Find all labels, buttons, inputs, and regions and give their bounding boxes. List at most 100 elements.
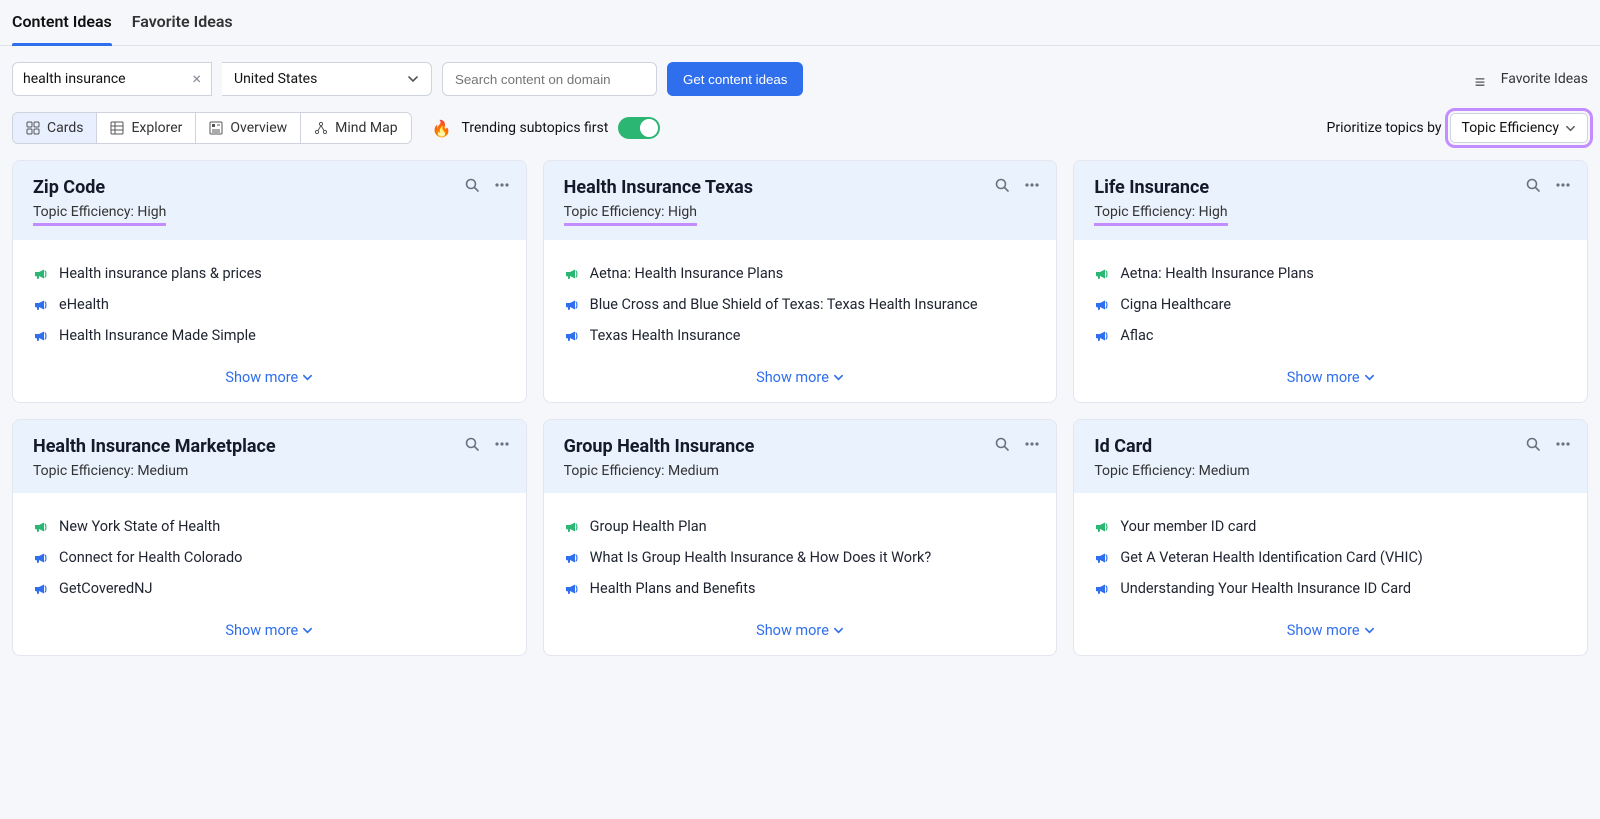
topic-item-text: Understanding Your Health Insurance ID C… [1120, 580, 1411, 597]
topic-item[interactable]: Connect for Health Colorado [33, 542, 506, 573]
tab-favorite-ideas[interactable]: Favorite Ideas [132, 0, 233, 45]
domain-search-input[interactable] [442, 62, 657, 96]
bullhorn-icon [33, 328, 49, 344]
show-more-link[interactable]: Show more [1287, 369, 1375, 386]
card-body: Aetna: Health Insurance Plans Blue Cross… [544, 240, 1057, 359]
card-efficiency: Topic Efficiency: High [1094, 204, 1227, 226]
topic-item-text: Group Health Plan [590, 518, 707, 535]
search-icon[interactable] [1525, 436, 1541, 452]
cards-icon [26, 121, 40, 135]
keyword-input[interactable]: health insurance × [12, 62, 212, 96]
flame-icon: 🔥 [432, 119, 452, 138]
show-more-link[interactable]: Show more [756, 369, 844, 386]
topic-item[interactable]: Aflac [1094, 320, 1567, 351]
topic-item[interactable]: Group Health Plan [564, 511, 1037, 542]
show-more-link[interactable]: Show more [225, 622, 313, 639]
topic-card: Health Insurance Marketplace Topic Effic… [12, 419, 527, 656]
card-title: Zip Code [33, 177, 506, 198]
topic-item-text: Cigna Healthcare [1120, 296, 1231, 313]
bullhorn-icon [564, 297, 580, 313]
topic-item[interactable]: GetCoveredNJ [33, 573, 506, 604]
topic-item-text: What Is Group Health Insurance & How Doe… [590, 549, 932, 566]
view-cards[interactable]: Cards [13, 113, 97, 143]
view-overview[interactable]: Overview [196, 113, 301, 143]
topic-item-text: Connect for Health Colorado [59, 549, 242, 566]
card-title: Group Health Insurance [564, 436, 1037, 457]
more-icon[interactable] [494, 177, 510, 193]
topic-item[interactable]: Aetna: Health Insurance Plans [1094, 258, 1567, 289]
view-overview-label: Overview [230, 120, 287, 136]
chevron-down-icon [833, 625, 844, 636]
search-icon[interactable] [464, 177, 480, 193]
view-explorer[interactable]: Explorer [97, 113, 196, 143]
card-title: Id Card [1094, 436, 1567, 457]
topic-item-text: Aflac [1120, 327, 1153, 344]
view-mindmap-label: Mind Map [335, 120, 397, 136]
controls-row: Cards Explorer Overview Mind Map 🔥 Trend… [0, 112, 1600, 160]
trending-toggle-group: 🔥 Trending subtopics first [432, 117, 661, 139]
bullhorn-icon [564, 519, 580, 535]
more-icon[interactable] [1024, 436, 1040, 452]
topic-item[interactable]: What Is Group Health Insurance & How Doe… [564, 542, 1037, 573]
topic-item[interactable]: New York State of Health [33, 511, 506, 542]
more-icon[interactable] [1555, 177, 1571, 193]
chevron-down-icon [302, 372, 313, 383]
prioritize-label: Prioritize topics by [1327, 120, 1442, 136]
view-cards-label: Cards [47, 120, 83, 136]
search-icon[interactable] [994, 177, 1010, 193]
topic-item[interactable]: Blue Cross and Blue Shield of Texas: Tex… [564, 289, 1037, 320]
topic-item[interactable]: Health insurance plans & prices [33, 258, 506, 289]
search-icon[interactable] [994, 436, 1010, 452]
get-content-ideas-button[interactable]: Get content ideas [667, 62, 803, 96]
topic-item[interactable]: Texas Health Insurance [564, 320, 1037, 351]
topic-item[interactable]: Health Insurance Made Simple [33, 320, 506, 351]
show-more-link[interactable]: Show more [756, 622, 844, 639]
country-select[interactable]: United States [222, 62, 432, 96]
country-value: United States [234, 71, 317, 87]
topic-item-text: eHealth [59, 296, 109, 313]
card-header: Life Insurance Topic Efficiency: High [1074, 161, 1587, 240]
search-icon[interactable] [1525, 177, 1541, 193]
topic-item[interactable]: Cigna Healthcare [1094, 289, 1567, 320]
view-switch: Cards Explorer Overview Mind Map [12, 112, 412, 144]
tab-content-ideas[interactable]: Content Ideas [12, 0, 112, 45]
topic-item[interactable]: eHealth [33, 289, 506, 320]
favorite-ideas-link[interactable]: Favorite Ideas [1475, 71, 1588, 87]
topic-item-text: New York State of Health [59, 518, 220, 535]
show-more-label: Show more [225, 369, 298, 386]
topic-item[interactable]: Your member ID card [1094, 511, 1567, 542]
topic-card: Health Insurance Texas Topic Efficiency:… [543, 160, 1058, 403]
topic-item[interactable]: Get A Veteran Health Identification Card… [1094, 542, 1567, 573]
show-more-label: Show more [225, 622, 298, 639]
prioritize-select[interactable]: Topic Efficiency [1450, 113, 1588, 143]
show-more-link[interactable]: Show more [1287, 622, 1375, 639]
chevron-down-icon [407, 73, 419, 85]
view-mindmap[interactable]: Mind Map [301, 113, 410, 143]
card-header: Zip Code Topic Efficiency: High [13, 161, 526, 240]
topic-item-text: Health insurance plans & prices [59, 265, 262, 282]
show-more-link[interactable]: Show more [225, 369, 313, 386]
card-body: Aetna: Health Insurance Plans Cigna Heal… [1074, 240, 1587, 359]
clear-keyword-icon[interactable]: × [192, 71, 201, 87]
favorite-ideas-link-label: Favorite Ideas [1501, 71, 1588, 87]
card-header: Health Insurance Marketplace Topic Effic… [13, 420, 526, 493]
more-icon[interactable] [494, 436, 510, 452]
trending-toggle[interactable] [618, 117, 660, 139]
card-title: Life Insurance [1094, 177, 1567, 198]
search-icon[interactable] [464, 436, 480, 452]
card-efficiency: Topic Efficiency: Medium [564, 463, 719, 479]
more-icon[interactable] [1555, 436, 1571, 452]
topic-item[interactable]: Understanding Your Health Insurance ID C… [1094, 573, 1567, 604]
chevron-down-icon [302, 625, 313, 636]
topic-item[interactable]: Health Plans and Benefits [564, 573, 1037, 604]
card-body: Health insurance plans & prices eHealth … [13, 240, 526, 359]
show-more-label: Show more [756, 622, 829, 639]
topic-item[interactable]: Aetna: Health Insurance Plans [564, 258, 1037, 289]
more-icon[interactable] [1024, 177, 1040, 193]
bullhorn-icon [33, 297, 49, 313]
card-efficiency: Topic Efficiency: High [564, 204, 697, 226]
show-more-label: Show more [1287, 369, 1360, 386]
chevron-down-icon [1364, 372, 1375, 383]
topic-card: Group Health Insurance Topic Efficiency:… [543, 419, 1058, 656]
topic-item-text: GetCoveredNJ [59, 580, 153, 597]
